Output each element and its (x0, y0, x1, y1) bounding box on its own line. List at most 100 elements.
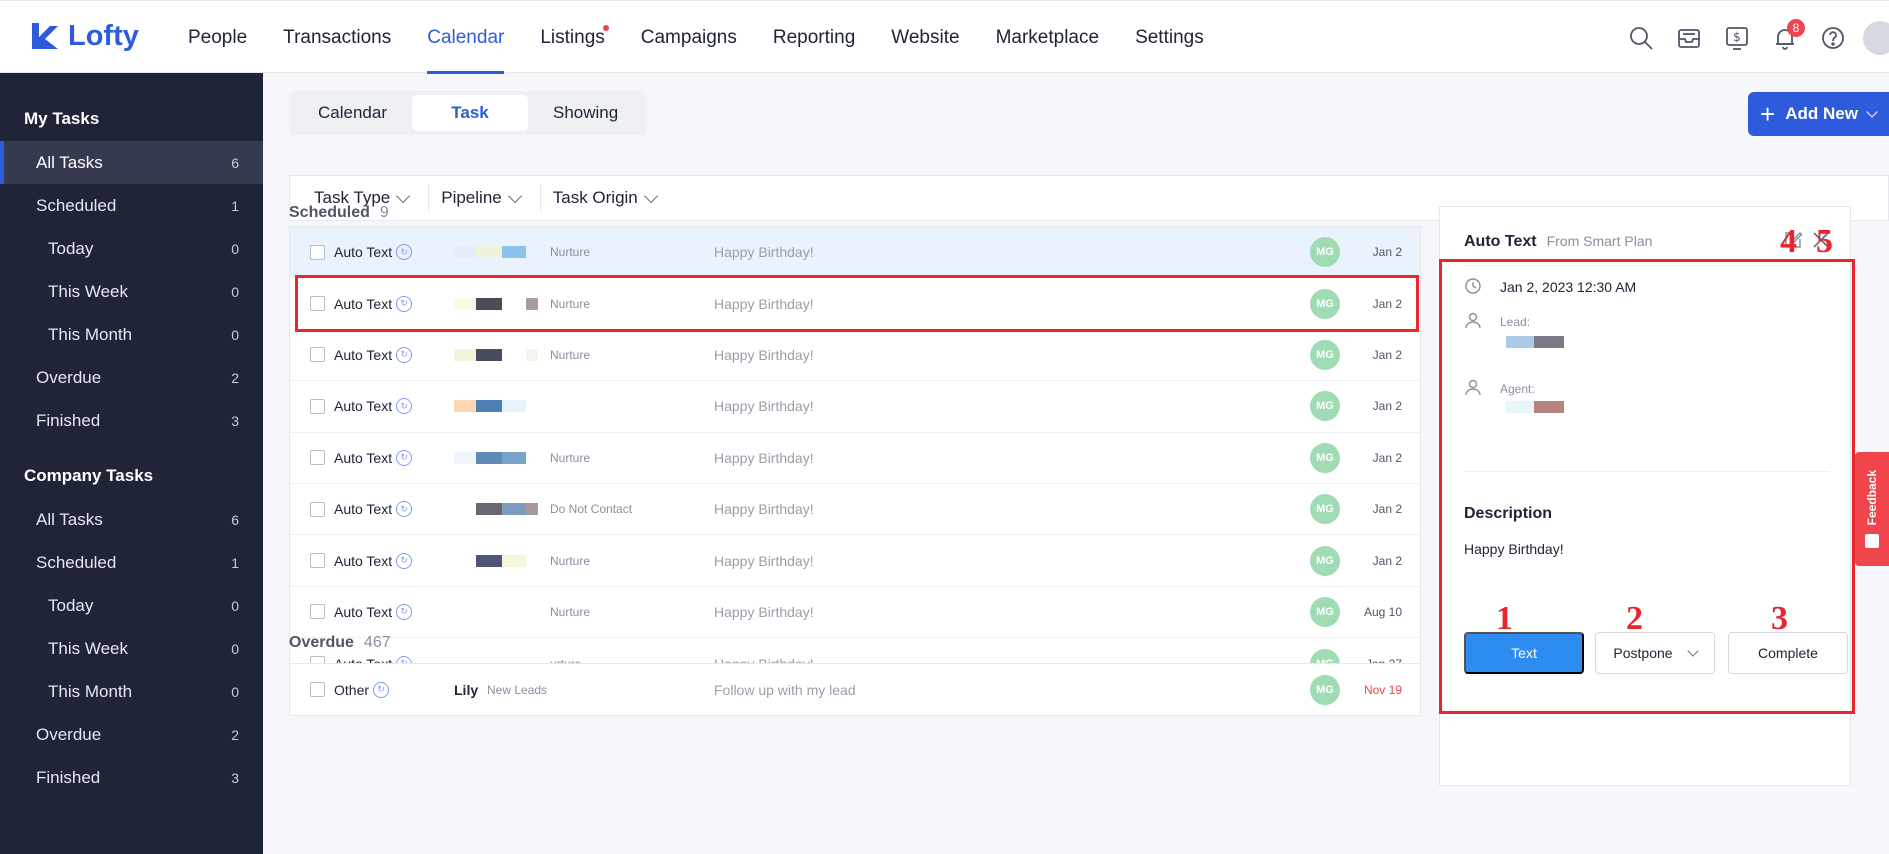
sidebar-item-scheduled[interactable]: Scheduled 1 (0, 184, 263, 227)
sidebar-item-overdue[interactable]: Overdue 2 (0, 713, 263, 756)
sidebar-item-finished[interactable]: Finished 3 (0, 756, 263, 799)
sidebar-item-this-month[interactable]: This Month 0 (0, 670, 263, 713)
auto-sync-icon: ↻ (396, 295, 413, 312)
task-date: Jan 2 (1372, 296, 1402, 311)
nav-item-website[interactable]: Website (873, 1, 977, 74)
auto-sync-icon: ↻ (396, 501, 413, 518)
feedback-tab[interactable]: Feedback (1855, 452, 1889, 566)
overdue-title: Overdue (289, 634, 354, 651)
sidebar-item-count: 2 (231, 726, 239, 743)
redaction-block (526, 297, 538, 310)
sidebar-item-label: All Tasks (36, 509, 103, 529)
nav-item-campaigns[interactable]: Campaigns (623, 1, 755, 74)
sidebar-item-scheduled[interactable]: Scheduled 1 (0, 541, 263, 584)
row-checkbox[interactable] (310, 682, 325, 698)
billing-dollar-icon[interactable]: $ (1713, 1, 1761, 74)
table-row[interactable]: Auto Text ↻ Nurture Happy Birthday! MG Jan 2 (290, 227, 1420, 279)
lofty-logo[interactable]: Lofty (28, 19, 139, 53)
sidebar-item-count: 1 (231, 554, 239, 571)
table-row[interactable]: Auto Text ↻ Nurture Happy Birthday! MG Jan 2 (290, 535, 1420, 587)
annotation-number-2: 2 (1626, 600, 1643, 637)
row-checkbox[interactable] (310, 501, 325, 517)
complete-button[interactable]: Complete (1728, 632, 1848, 674)
sidebar-item-overdue[interactable]: Overdue 2 (0, 356, 263, 399)
row-checkbox[interactable] (310, 244, 325, 260)
row-checkbox[interactable] (310, 398, 325, 414)
auto-sync-icon: ↻ (396, 449, 413, 466)
sidebar-item-label: Scheduled (36, 552, 117, 572)
filter-task-origin[interactable]: Task Origin (541, 184, 676, 212)
redaction-block (454, 297, 476, 310)
notification-bell-icon[interactable]: 8 (1761, 1, 1809, 74)
task-date: Nov 19 (1363, 682, 1402, 697)
row-checkbox[interactable] (310, 450, 325, 466)
sidebar-item-this-week[interactable]: This Week 0 (0, 270, 263, 313)
scheduled-title: Scheduled (289, 204, 370, 221)
nav-item-transactions[interactable]: Transactions (265, 1, 409, 74)
sidebar-item-all-tasks[interactable]: All Tasks 6 (0, 141, 263, 184)
my-tasks-title: My Tasks (24, 109, 100, 128)
redaction-block (476, 348, 502, 361)
user-avatar[interactable] (1863, 20, 1889, 55)
agent-avatar: MG (1310, 288, 1340, 319)
plus-icon: + (1760, 99, 1776, 129)
task-date: Jan 2 (1372, 245, 1402, 260)
scheduled-group-header: Scheduled 9 (289, 204, 389, 222)
nav-item-reporting[interactable]: Reporting (755, 1, 873, 74)
lead-name-redacted (454, 297, 538, 310)
table-row[interactable]: Other ↻ Lily New Leads Follow up with my lea… (290, 664, 1420, 715)
nav-item-people[interactable]: People (170, 1, 265, 74)
row-checkbox[interactable] (310, 604, 325, 620)
table-row[interactable]: Auto Text ↻ Nurture Happy Birthday! MG Jan 2 (290, 278, 1420, 330)
postpone-label: Postpone (1613, 645, 1673, 661)
nav-item-calendar[interactable]: Calendar (409, 1, 522, 74)
table-row[interactable]: Auto Text ↻ Nurture Happy Birthday! MG Jan 2 (290, 433, 1420, 484)
inbox-icon[interactable] (1665, 1, 1713, 74)
sidebar-item-today[interactable]: Today 0 (0, 227, 263, 270)
redaction-block (454, 605, 476, 618)
tab-calendar[interactable]: Calendar (293, 95, 412, 131)
filter-label: Pipeline (441, 188, 502, 207)
my-tasks-section: My Tasks All Tasks 6 Scheduled 1 Today 0 This … (0, 73, 263, 442)
auto-sync-icon: ↻ (396, 398, 413, 415)
sidebar-item-all-tasks[interactable]: All Tasks 6 (0, 498, 263, 541)
detail-divider (1464, 265, 1830, 266)
sidebar-item-label: Today (48, 595, 94, 615)
filter-pipeline[interactable]: Pipeline (429, 184, 541, 212)
table-row[interactable]: Auto Text ↻ Do Not Contact Happy Birthday! M… (290, 484, 1420, 536)
table-row[interactable]: Auto Text ↻ Nurture Happy Birthday! MG Jan 2 (290, 330, 1420, 382)
sidebar-item-label: All Tasks (36, 152, 103, 172)
task-description: Happy Birthday! (714, 244, 814, 261)
nav-item-listings[interactable]: Listings (522, 1, 622, 74)
sidebar-item-finished[interactable]: Finished 3 (0, 399, 263, 442)
text-button[interactable]: Text (1464, 632, 1584, 674)
help-icon[interactable] (1809, 1, 1857, 74)
redaction-block (502, 554, 526, 567)
lead-name[interactable]: Lily (454, 682, 478, 698)
tab-task[interactable]: Task (412, 95, 528, 131)
clock-icon (1465, 278, 1481, 294)
row-checkbox[interactable] (310, 296, 325, 312)
search-icon[interactable] (1617, 1, 1665, 74)
lead-name-redacted (454, 451, 538, 464)
sidebar-item-this-month[interactable]: This Month 0 (0, 313, 263, 356)
nav-item-settings[interactable]: Settings (1117, 1, 1222, 74)
overdue-group-header: Overdue 467 (289, 634, 391, 652)
table-row[interactable]: Auto Text ↻ Happy Birthday! MG Jan 2 (290, 381, 1420, 433)
sidebar-item-today[interactable]: Today 0 (0, 584, 263, 627)
sidebar-item-count: 6 (231, 154, 239, 171)
add-new-button[interactable]: + Add New (1748, 92, 1889, 136)
table-row[interactable]: Auto Text ↻ Nurture Happy Birthday! MG Aug 10 (290, 587, 1420, 639)
task-date: Jan 2 (1372, 553, 1402, 568)
sidebar-item-count: 3 (231, 769, 239, 786)
row-checkbox[interactable] (310, 347, 325, 363)
row-checkbox[interactable] (310, 553, 325, 569)
view-tabs: Calendar Task Showing (289, 91, 648, 135)
sidebar-item-this-week[interactable]: This Week 0 (0, 627, 263, 670)
sidebar-item-count: 1 (231, 197, 239, 214)
postpone-button[interactable]: Postpone (1595, 632, 1715, 674)
agent-value-redacted (1506, 401, 1564, 413)
lead-value-redacted (1506, 336, 1564, 348)
tab-showing[interactable]: Showing (528, 95, 643, 131)
nav-item-marketplace[interactable]: Marketplace (978, 1, 1118, 74)
